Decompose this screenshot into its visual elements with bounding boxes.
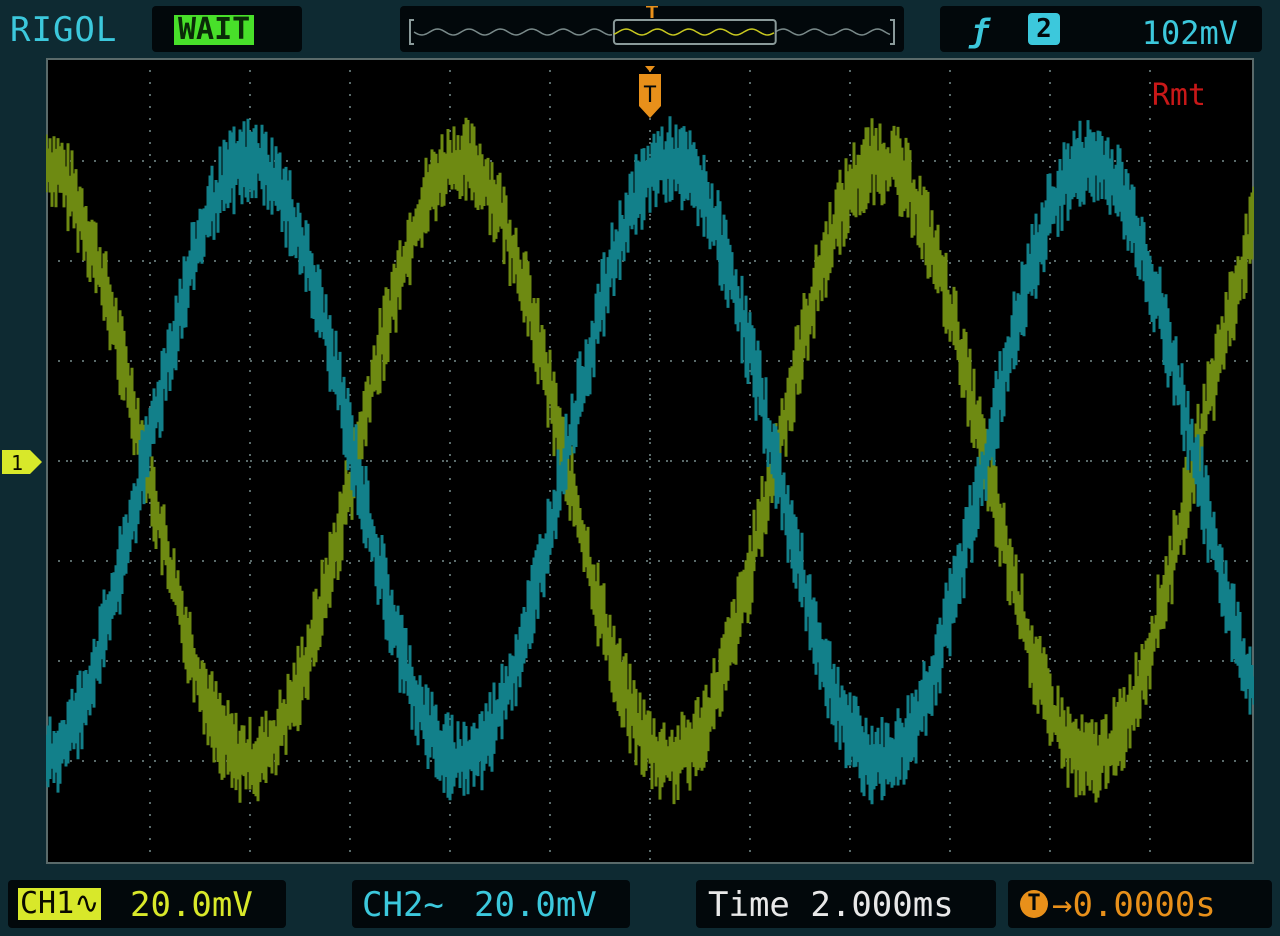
ac-coupling-icon: ∿ (74, 886, 100, 921)
trigger-level: 102mV (1141, 14, 1238, 52)
waveform-canvas (46, 58, 1254, 864)
ch1-label: CH1∿ (18, 886, 102, 921)
timebase-readout: Time 2.000ms (708, 885, 954, 925)
ch1-scale-panel[interactable]: CH1∿ 20.0mV (8, 880, 286, 928)
trigger-offset-number: 0.0000s (1072, 885, 1216, 925)
time-per-div: 2.000ms (810, 885, 954, 925)
trigger-info-panel: ƒ 2 102mV (940, 6, 1262, 52)
trigger-position-icon (646, 4, 658, 18)
memory-view-wave (613, 28, 775, 36)
trigger-marker-icon: T (639, 66, 661, 118)
remote-mode-indicator: Rmt (1151, 78, 1206, 113)
ch1-offset-label: 1 (11, 451, 23, 475)
waveform-display[interactable]: T Rmt (46, 58, 1254, 864)
trigger-offset-value: →0.0000s (1052, 885, 1216, 925)
acquisition-status-panel: WAIT (152, 6, 302, 52)
timebase-label: Time (708, 885, 790, 925)
timebase-panel[interactable]: Time 2.000ms (696, 880, 996, 928)
ch2-volts-per-div: 20.0mV (474, 885, 597, 925)
rising-edge-icon: ƒ (970, 12, 990, 50)
trigger-offset-icon: T (1020, 890, 1048, 918)
trigger-marker-label: T (643, 83, 656, 108)
ch2-scale-panel[interactable]: CH2~ 20.0mV (352, 880, 630, 928)
ch1-offset-marker[interactable]: 1 (0, 448, 44, 476)
memory-overview (409, 4, 895, 45)
ch1-volts-per-div: 20.0mV (130, 885, 253, 925)
ch2-name: CH2 (362, 885, 424, 925)
ac-coupling-icon: ~ (423, 885, 444, 925)
brand-logo: RIGOL (10, 10, 118, 50)
ch1-name: CH1 (20, 886, 75, 921)
trigger-offset-panel[interactable]: T →0.0000s (1008, 880, 1272, 928)
ch2-label: CH2~ (362, 885, 444, 925)
memory-position-bar (400, 4, 904, 52)
memory-view-window[interactable] (612, 19, 777, 45)
trigger-source: 2 (1028, 13, 1060, 45)
acquisition-status: WAIT (174, 15, 255, 45)
